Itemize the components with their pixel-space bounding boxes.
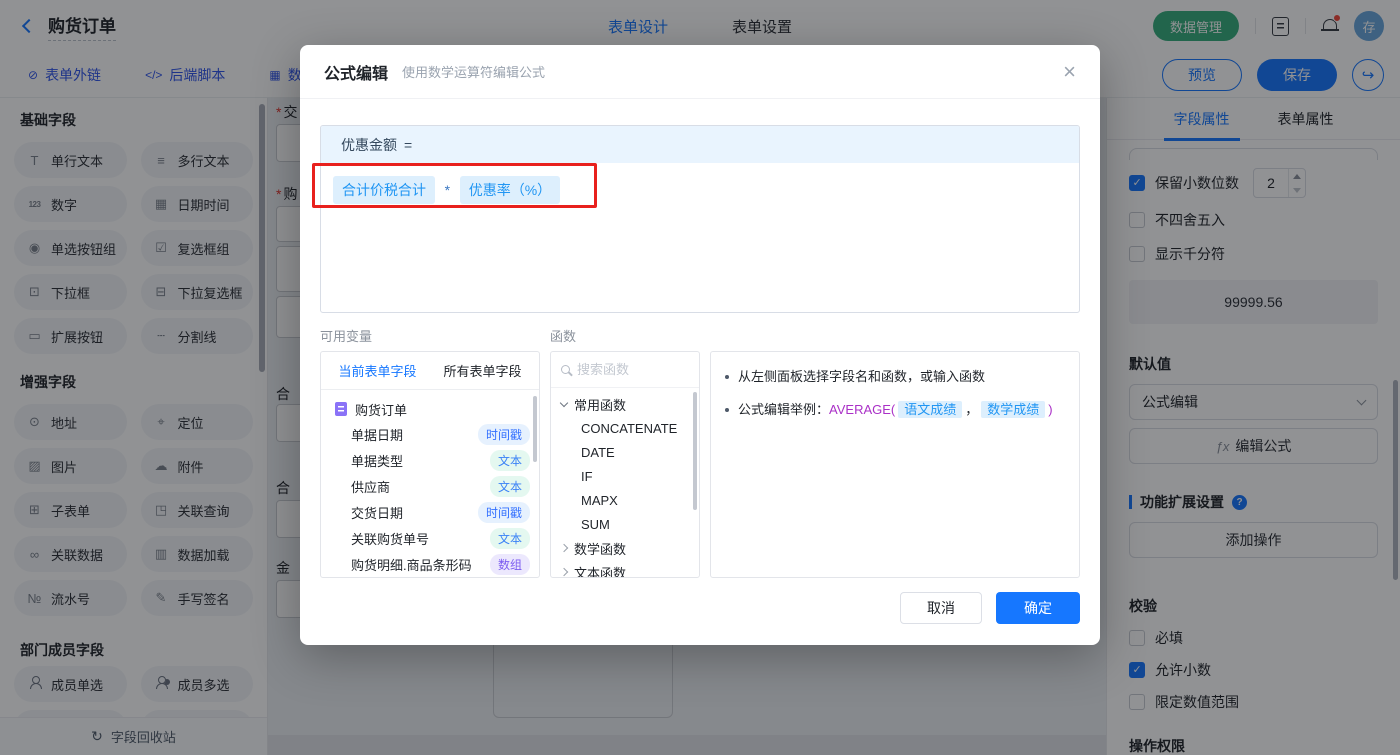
tree-root-form[interactable]: 购货订单 [321, 397, 539, 421]
variables-panel: 当前表单字段 所有表单字段 购货订单 单据日期 时间戳 单据类型 文本 供应商 … [320, 351, 540, 578]
function-group-text[interactable]: 文本函数 [551, 560, 699, 578]
field-type-badge: 时间戳 [477, 501, 530, 523]
formula-target: 优惠金额 [341, 136, 397, 153]
function-item[interactable]: SUM [551, 512, 699, 536]
function-item[interactable]: DATE [551, 440, 699, 464]
formula-field-chip[interactable]: 合计价税合计 [333, 176, 435, 204]
field-name: 供应商 [351, 479, 391, 495]
field-type-badge: 时间戳 [477, 423, 530, 445]
functions-panel: 常用函数 CONCATENATE DATE IF MAPX SUM 数学函数 [550, 351, 700, 578]
variable-row[interactable]: 单据类型 文本 [321, 447, 539, 473]
tip-example-line: 公式编辑举例：AVERAGE(语文成绩，数学成绩) [725, 400, 1065, 420]
variable-row[interactable]: 购货明细.商品条形码 数组 [321, 551, 539, 577]
function-item[interactable]: CONCATENATE [551, 416, 699, 440]
search-icon [561, 365, 570, 374]
variables-tabs: 当前表单字段 所有表单字段 [321, 352, 539, 390]
chevron-down-icon [559, 398, 569, 407]
variables-tree: 购货订单 单据日期 时间戳 单据类型 文本 供应商 文本 交货日期 时间戳 关联… [321, 390, 539, 577]
field-name: 购货明细.商品条形码 [351, 557, 472, 573]
chevron-right-icon [559, 567, 569, 577]
variable-row[interactable]: 单据日期 时间戳 [321, 421, 539, 447]
function-item[interactable]: IF [551, 464, 699, 488]
variable-row[interactable]: 供应商 文本 [321, 473, 539, 499]
function-item[interactable]: MAPX [551, 488, 699, 512]
formula-editor[interactable]: 优惠金额 = 合计价税合计 * 优惠率（%） [320, 125, 1080, 313]
formula-expression[interactable]: 合计价税合计 * 优惠率（%） [321, 163, 1079, 217]
formula-target-bar: 优惠金额 = [321, 126, 1079, 163]
app-root: 购货订单 表单设计 表单设置 数据管理 存 ⊘ 表单外链 </> 后端脚本 ▦ … [0, 0, 1400, 755]
modal-body: 优惠金额 = 合计价税合计 * 优惠率（%） 可用变量 函数 当前表单字段 所有… [300, 99, 1100, 578]
field-name: 单据日期 [351, 427, 404, 443]
modal-footer: 取消 确定 [900, 592, 1080, 624]
tips-panel: 从左侧面板选择字段名和函数，或输入函数 公式编辑举例：AVERAGE(语文成绩，… [710, 351, 1080, 578]
function-group-label: 数学函数 [574, 541, 627, 557]
tree-root-label: 购货订单 [355, 402, 408, 418]
field-type-badge: 文本 [489, 475, 530, 497]
variable-row[interactable]: 交货日期 时间戳 [321, 499, 539, 525]
field-type-badge: 数组 [489, 553, 530, 575]
modal-header: 公式编辑 使用数学运算符编辑公式 × [300, 45, 1100, 99]
confirm-button[interactable]: 确定 [996, 592, 1080, 624]
example-arg-chip: 数学成绩 [981, 401, 1046, 418]
example-separator: ， [965, 402, 979, 417]
function-search[interactable] [551, 352, 699, 388]
function-group-common[interactable]: 常用函数 [551, 392, 699, 416]
field-name: 单据类型 [351, 453, 404, 469]
bullet-icon [725, 408, 729, 412]
example-arg-chip: 语文成绩 [898, 401, 963, 418]
tip-line: 从左侧面板选择字段名和函数，或输入函数 [725, 367, 1065, 387]
functions-label: 函数 [550, 329, 577, 344]
function-search-input[interactable] [577, 362, 669, 377]
modal-title: 公式编辑 [324, 65, 389, 83]
chevron-right-icon [559, 543, 569, 553]
modal-subtitle: 使用数学运算符编辑公式 [402, 65, 546, 80]
function-group-math[interactable]: 数学函数 [551, 536, 699, 560]
modal-panels: 当前表单字段 所有表单字段 购货订单 单据日期 时间戳 单据类型 文本 供应商 … [320, 351, 1080, 578]
field-type-badge: 文本 [489, 449, 530, 471]
field-name: 关联购货单号 [351, 531, 430, 547]
functions-scrollbar[interactable] [693, 392, 697, 510]
close-icon[interactable]: × [1063, 60, 1076, 83]
formula-field-chip[interactable]: 优惠率（%） [459, 176, 561, 204]
tip-example: 公式编辑举例：AVERAGE(语文成绩，数学成绩) [738, 401, 1053, 418]
function-tree: 常用函数 CONCATENATE DATE IF MAPX SUM 数学函数 文… [551, 388, 699, 578]
tip-text: 从左侧面板选择字段名和函数，或输入函数 [738, 369, 986, 384]
tab-current-form-fields[interactable]: 当前表单字段 [338, 361, 416, 380]
bullet-icon [725, 375, 729, 379]
field-type-badge: 文本 [489, 527, 530, 549]
field-name: 交货日期 [351, 505, 404, 521]
equals-sign: = [404, 136, 413, 153]
example-fn-open: AVERAGE( [829, 402, 896, 417]
panel-labels: 可用变量 函数 [320, 326, 1080, 345]
function-group-label: 常用函数 [574, 397, 627, 413]
variables-scrollbar[interactable] [533, 396, 537, 462]
formula-operator: * [444, 182, 451, 198]
form-doc-icon [335, 402, 347, 416]
function-group-label: 文本函数 [574, 565, 627, 578]
formula-editor-modal: 公式编辑 使用数学运算符编辑公式 × 优惠金额 = 合计价税合计 * 优惠率（%… [300, 45, 1100, 645]
cancel-button[interactable]: 取消 [900, 592, 982, 624]
tab-all-form-fields[interactable]: 所有表单字段 [443, 361, 521, 380]
example-fn-close: ) [1048, 402, 1053, 417]
variable-row[interactable]: 关联购货单号 文本 [321, 525, 539, 551]
variables-label: 可用变量 [320, 329, 373, 344]
